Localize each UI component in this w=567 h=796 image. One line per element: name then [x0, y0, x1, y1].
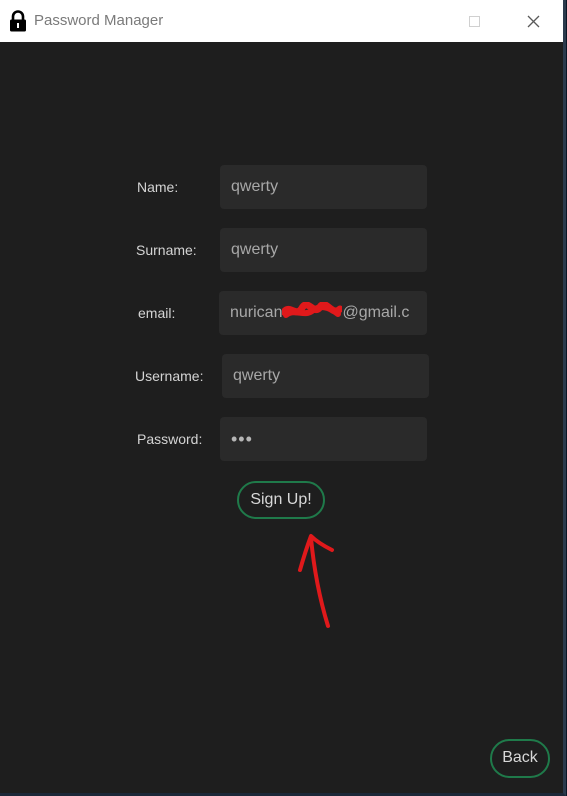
window-title: Password Manager [34, 12, 164, 29]
name-input[interactable]: qwerty [220, 165, 427, 209]
maximize-button[interactable] [446, 0, 504, 42]
minimize-button[interactable] [388, 0, 446, 42]
red-arrow-annotation [298, 534, 334, 628]
password-manager-window: Password Manager Name: qwerty Surname: q… [0, 0, 566, 796]
redaction-scribble [282, 301, 343, 318]
email-value-suffix: @gmail.c [342, 304, 410, 321]
minimize-icon [412, 21, 422, 23]
sign-up-button[interactable]: Sign Up! [237, 481, 325, 519]
surname-input[interactable]: qwerty [220, 228, 427, 272]
email-label: email: [138, 305, 176, 321]
username-input[interactable]: qwerty [222, 354, 429, 398]
email-input[interactable]: nurican @gmail.c [219, 291, 427, 335]
title-bar[interactable]: Password Manager [0, 0, 563, 42]
username-label: Username: [135, 368, 204, 384]
name-label: Name: [137, 179, 179, 195]
maximize-icon [469, 16, 480, 27]
email-value-prefix: nurican [230, 304, 283, 321]
close-icon [527, 15, 540, 28]
surname-label: Surname: [136, 242, 197, 258]
signup-form: Name: qwerty Surname: qwerty email: nuri… [0, 42, 563, 793]
padlock-icon [8, 10, 28, 32]
password-input[interactable]: ••• [220, 417, 427, 461]
close-button[interactable] [505, 0, 563, 42]
password-label: Password: [137, 431, 203, 447]
back-button[interactable]: Back [490, 739, 550, 778]
